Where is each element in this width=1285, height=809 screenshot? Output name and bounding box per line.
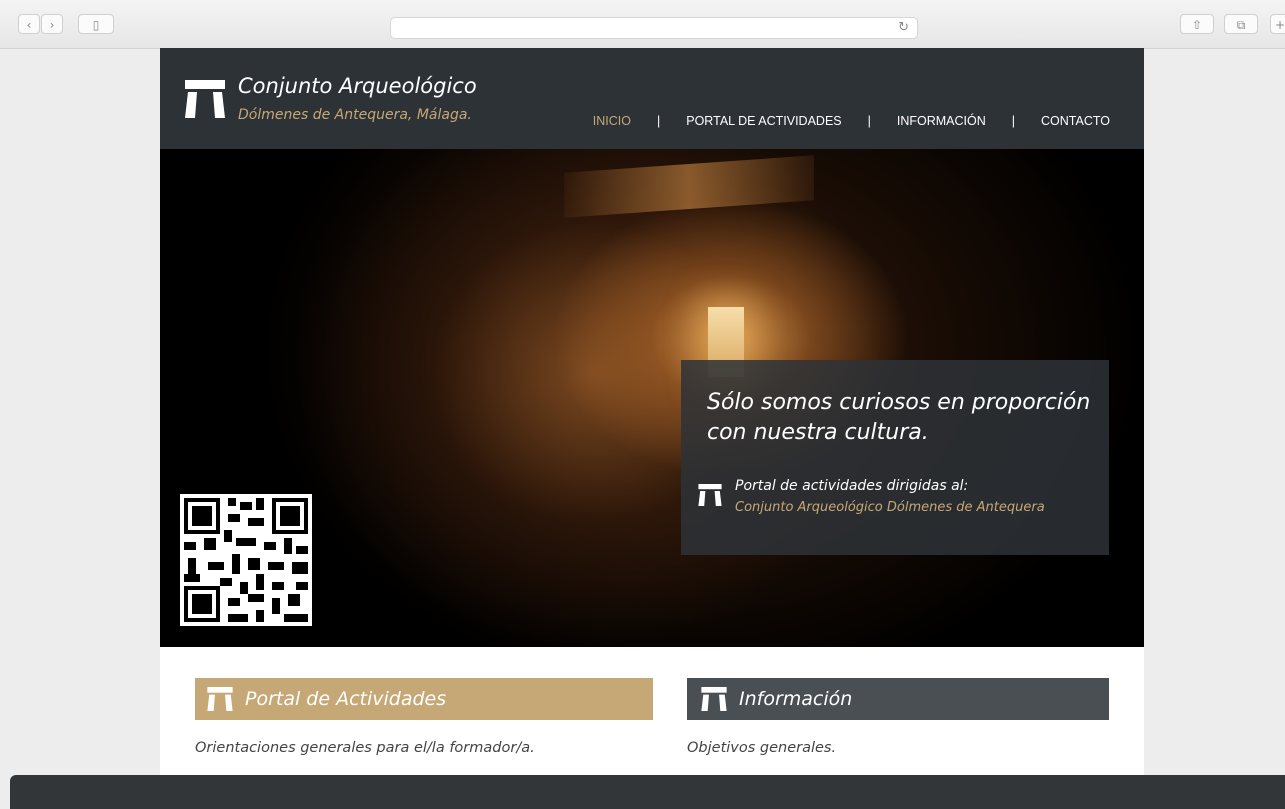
nav-item-inicio[interactable]: INICIO [593, 114, 631, 128]
dolmen-slab [564, 155, 814, 218]
nav-separator: | [657, 114, 661, 128]
back-icon: ‹ [26, 18, 32, 32]
reload-icon[interactable]: ↻ [898, 20, 909, 35]
plus-icon: + [1274, 18, 1285, 32]
hero-portal-label: Portal de actividades dirigidas al: [735, 478, 969, 494]
nav-item-contacto[interactable]: CONTACTO [1041, 114, 1110, 128]
tabs-icon: ⧉ [1236, 18, 1246, 32]
tabs-button[interactable]: ⧉ [1224, 14, 1258, 34]
site-title[interactable]: Conjunto Arqueológico [238, 74, 477, 98]
browser-toolbar: ‹ › ▯ ↻ ⇧ ⧉ + [0, 0, 1285, 49]
footer-bar [10, 775, 1285, 809]
hero-overlay: Sólo somos curiosos en proporción con nu… [681, 360, 1109, 555]
nav-item-portal-actividades[interactable]: PORTAL DE ACTIVIDADES [686, 114, 841, 128]
section-portal-title: Portal de Actividades [245, 688, 447, 710]
hero-image: Sólo somos curiosos en proporción con nu… [160, 149, 1144, 647]
dolmen-logo-icon [207, 687, 233, 711]
dolmen-logo-icon [698, 484, 722, 506]
address-bar[interactable]: ↻ [390, 17, 918, 39]
qr-code-icon [180, 494, 312, 626]
hero-portal-name[interactable]: Conjunto Arqueológico Dólmenes de Antequ… [735, 500, 1045, 515]
section-portal-text[interactable]: Orientaciones generales para el/la forma… [195, 740, 535, 756]
nav-separator: | [1011, 114, 1016, 128]
forward-icon: › [49, 18, 55, 32]
page: Conjunto Arqueológico Dólmenes de Antequ… [160, 48, 1144, 809]
dolmen-logo-icon [701, 687, 727, 711]
sidebar-icon: ▯ [92, 18, 100, 32]
site-header: Conjunto Arqueológico Dólmenes de Antequ… [160, 48, 1144, 149]
site-subtitle: Dólmenes de Antequera, Málaga. [238, 107, 472, 123]
sidebar-button[interactable]: ▯ [78, 14, 114, 34]
section-informacion-header[interactable]: Información [687, 678, 1109, 720]
nav-separator: | [867, 114, 871, 128]
nav-item-informacion[interactable]: INFORMACIÓN [897, 114, 986, 128]
main-nav: INICIO | PORTAL DE ACTIVIDADES | INFORMA… [593, 114, 1110, 128]
section-informacion-text[interactable]: Objetivos generales. [687, 740, 836, 756]
share-button[interactable]: ⇧ [1180, 14, 1214, 34]
section-portal-header[interactable]: Portal de Actividades [195, 678, 653, 720]
share-icon: ⇧ [1191, 18, 1203, 32]
hero-quote: Sólo somos curiosos en proporción con nu… [707, 390, 1091, 445]
new-tab-button[interactable]: + [1270, 14, 1285, 34]
section-informacion-title: Información [739, 688, 853, 710]
forward-button[interactable]: › [41, 14, 63, 34]
back-button[interactable]: ‹ [18, 14, 40, 34]
dolmen-logo-icon[interactable] [185, 80, 225, 118]
